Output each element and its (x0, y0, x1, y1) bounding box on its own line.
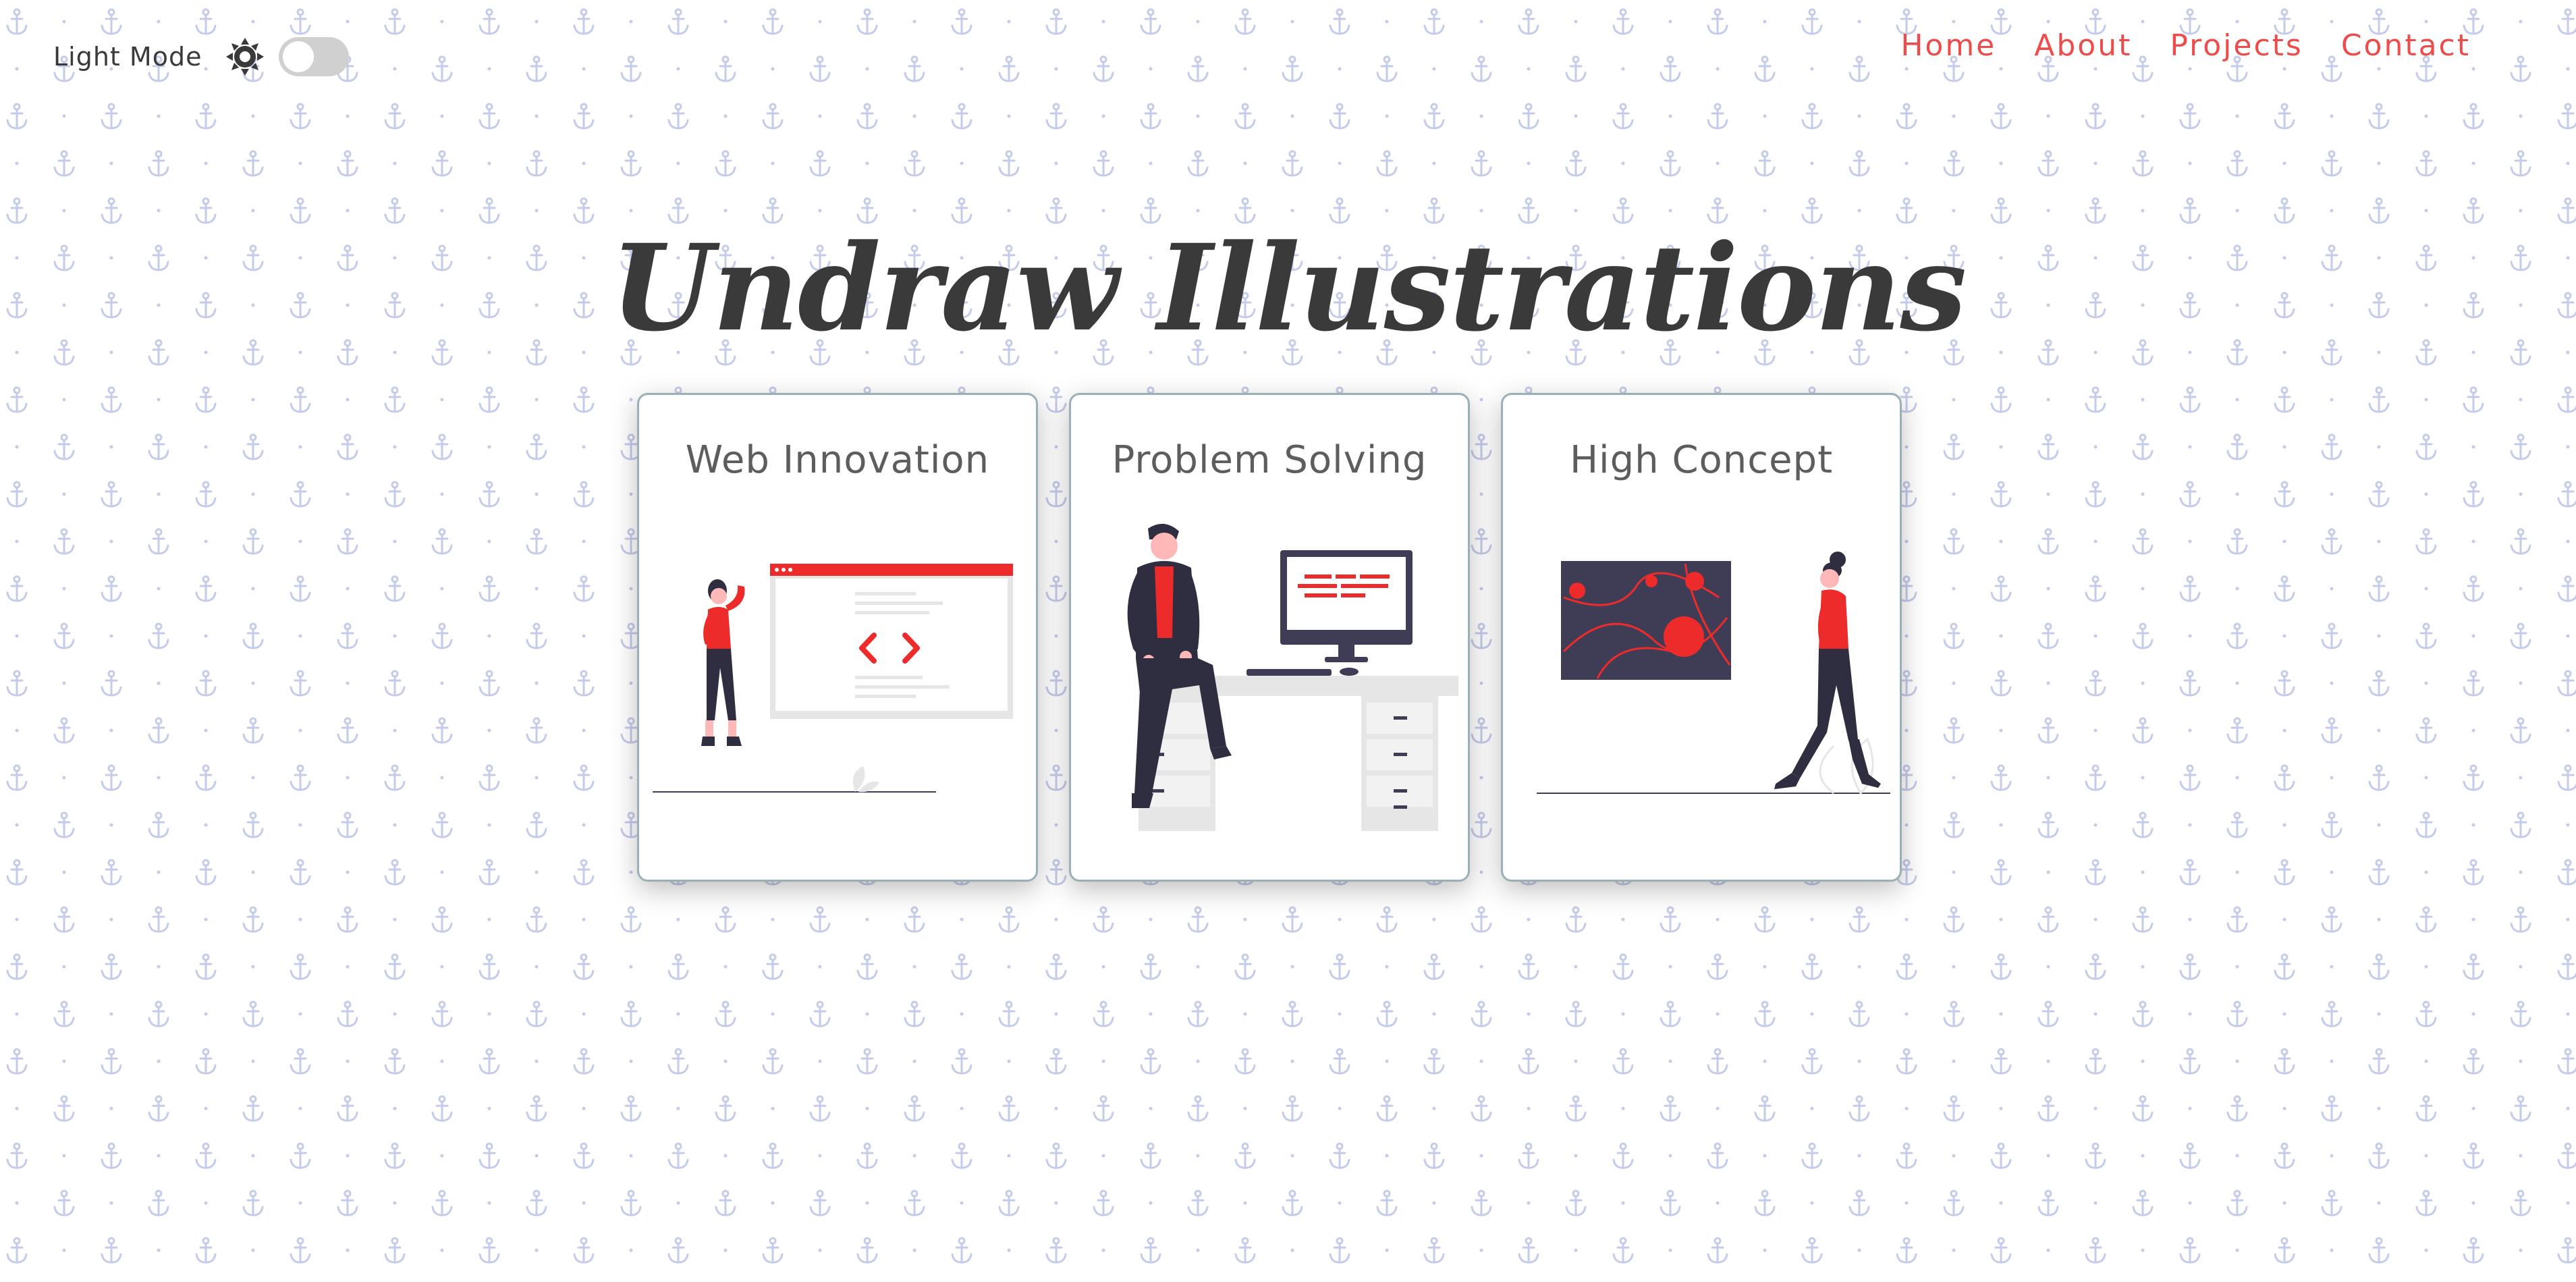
nav-about-link[interactable]: About (2034, 28, 2132, 63)
theme-toggle[interactable] (279, 37, 350, 76)
nav-projects-link[interactable]: Projects (2170, 28, 2303, 63)
card-title: Problem Solving (1112, 438, 1427, 482)
card-title: High Concept (1569, 438, 1834, 482)
main-nav: Home About Projects Contact (1900, 28, 2471, 63)
web-developer-illustration (653, 564, 1013, 793)
woman-walking-art-illustration (1537, 552, 1890, 795)
theme-switcher: Light Mode (53, 32, 350, 81)
page-title: Undraw Illustrations (610, 218, 1967, 358)
card-problem-solving[interactable]: Problem Solving (1069, 393, 1470, 882)
desk-programmer-illustration (1127, 523, 1458, 831)
mode-label: Light Mode (53, 42, 202, 72)
card-web-innovation[interactable]: Web Innovation (637, 393, 1038, 882)
card-grid: Web Innovation Problem Solving High Conc… (637, 393, 1902, 882)
toggle-knob (283, 41, 314, 72)
nav-contact-link[interactable]: Contact (2341, 28, 2471, 63)
sun-icon (225, 36, 265, 77)
card-title: Web Innovation (685, 438, 990, 482)
card-high-concept[interactable]: High Concept (1501, 393, 1902, 882)
nav-home-link[interactable]: Home (1900, 28, 1996, 63)
